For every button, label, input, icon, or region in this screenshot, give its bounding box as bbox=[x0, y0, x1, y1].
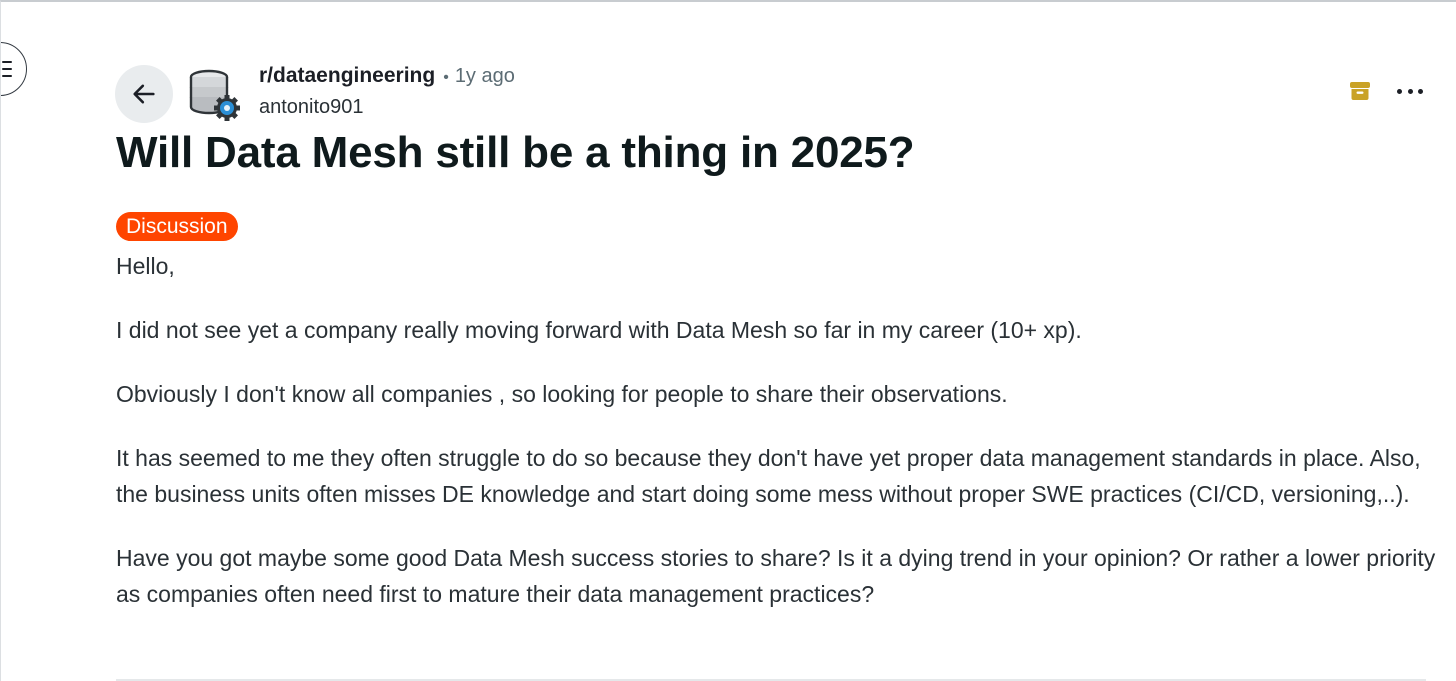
flair-badge[interactable]: Discussion bbox=[116, 212, 238, 241]
sidebar-toggle-button[interactable] bbox=[1, 42, 27, 96]
hamburger-icon bbox=[2, 61, 14, 77]
back-button[interactable] bbox=[115, 65, 173, 123]
subreddit-avatar[interactable] bbox=[187, 68, 241, 122]
post-time: 1y ago bbox=[454, 65, 515, 87]
body-paragraph: Obviously I don't know all companies , s… bbox=[116, 381, 1008, 407]
body-paragraph: Hello, bbox=[116, 253, 175, 279]
subreddit-link[interactable]: r/dataengineering bbox=[259, 64, 435, 88]
body-paragraph: Have you got maybe some good Data Mesh s… bbox=[116, 545, 1436, 607]
post-body: Hello, I did not see yet a company reall… bbox=[116, 248, 1436, 640]
post-meta: r/dataengineering • 1y ago antonito901 bbox=[259, 64, 515, 119]
post-title: Will Data Mesh still be a thing in 2025? bbox=[116, 128, 915, 177]
author-link[interactable]: antonito901 bbox=[259, 96, 515, 119]
meta-separator: • bbox=[443, 69, 449, 86]
body-paragraph: It has seemed to me they often struggle … bbox=[116, 445, 1421, 507]
arrow-left-icon bbox=[133, 84, 155, 104]
database-gear-icon bbox=[189, 69, 240, 121]
post-page: r/dataengineering • 1y ago antonito901 W… bbox=[0, 0, 1456, 681]
more-horizontal-icon[interactable] bbox=[1397, 87, 1423, 95]
archive-icon[interactable] bbox=[1349, 80, 1371, 102]
post-actions bbox=[1349, 80, 1423, 102]
body-paragraph: I did not see yet a company really movin… bbox=[116, 317, 1082, 343]
